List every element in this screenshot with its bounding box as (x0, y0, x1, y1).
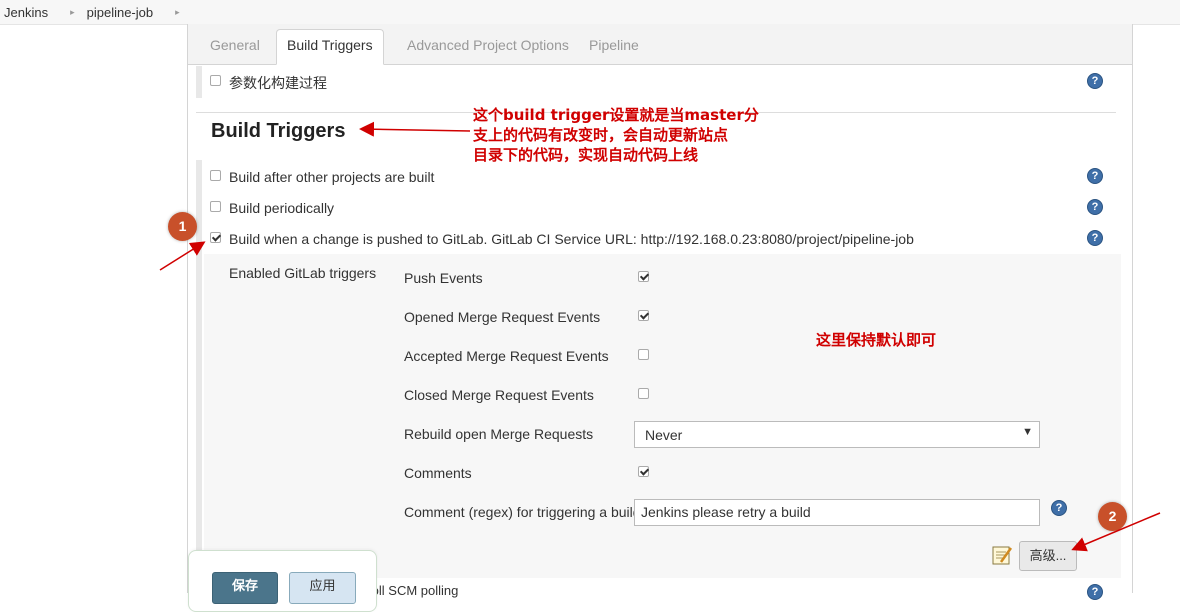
gitlab-push-checkbox[interactable] (210, 232, 221, 243)
closed-mr-checkbox[interactable] (638, 388, 649, 399)
section-title: Build Triggers (211, 120, 346, 142)
push-events-checkbox[interactable] (638, 271, 649, 282)
caret-down-icon: ▼ (1022, 426, 1033, 438)
chevron-right-icon: ▸ (70, 6, 75, 17)
annotation-badge-2: 2 (1098, 502, 1127, 531)
breadcrumb: Jenkins ▸ pipeline-job ▸ (0, 0, 1180, 25)
tab-build-triggers[interactable]: Build Triggers (276, 29, 384, 65)
help-icon[interactable]: ? (1087, 168, 1103, 184)
opened-mr-checkbox[interactable] (638, 310, 649, 321)
help-icon[interactable]: ? (1087, 73, 1103, 89)
closed-mr-label: Closed Merge Request Events (404, 387, 594, 403)
gitlab-push-label: Build when a change is pushed to GitLab.… (229, 231, 914, 247)
enabled-gitlab-triggers-label: Enabled GitLab triggers (229, 265, 377, 281)
help-icon[interactable]: ? (1051, 500, 1067, 516)
build-after-checkbox[interactable] (210, 170, 221, 181)
section-indent-bar (196, 160, 202, 580)
chevron-right-icon: ▸ (175, 6, 180, 17)
save-button[interactable]: 保存 (212, 572, 278, 604)
tab-pipeline[interactable]: Pipeline (589, 30, 639, 64)
annotation-line: 目录下的代码，实现自动代码上线 (473, 146, 699, 164)
tab-general[interactable]: General (210, 30, 260, 64)
poll-scm-label: Poll SCM polling (363, 583, 459, 598)
help-icon[interactable]: ? (1087, 584, 1103, 600)
build-periodically-label: Build periodically (229, 200, 335, 216)
advanced-button[interactable]: 高级... (1019, 541, 1077, 571)
annotation-mid-note: 这里保持默认即可 (816, 331, 937, 349)
help-icon[interactable]: ? (1087, 230, 1103, 246)
tab-advanced-project-options[interactable]: Advanced Project Options (407, 30, 569, 64)
param-build-label: 参数化构建过程 (229, 75, 327, 91)
breadcrumb-pipeline-job[interactable]: pipeline-job (87, 5, 154, 20)
annotation-badge-1: 1 (168, 212, 197, 241)
build-after-label: Build after other projects are built (229, 169, 435, 185)
rebuild-mr-label: Rebuild open Merge Requests (404, 426, 594, 442)
annotation-line: 这个build trigger设置就是当master分 (473, 106, 759, 124)
apply-button[interactable]: 应用 (289, 572, 356, 604)
param-build-checkbox[interactable] (210, 75, 221, 86)
comment-regex-label: Comment (regex) for triggering a build (404, 504, 641, 520)
opened-mr-label: Opened Merge Request Events (404, 309, 601, 325)
breadcrumb-jenkins[interactable]: Jenkins (4, 5, 48, 20)
tab-bar: General Build Triggers Advanced Project … (188, 24, 1132, 65)
accepted-mr-checkbox[interactable] (638, 349, 649, 360)
section-indent-bar (196, 66, 202, 98)
accepted-mr-label: Accepted Merge Request Events (404, 348, 609, 364)
push-events-label: Push Events (404, 270, 483, 286)
comment-regex-input[interactable]: Jenkins please retry a build (634, 499, 1040, 526)
rebuild-mr-select[interactable]: Never ▼ (634, 421, 1040, 448)
comments-checkbox[interactable] (638, 466, 649, 477)
annotation-top-note: 这个build trigger设置就是当master分 支上的代码有改变时，会自… (473, 105, 759, 165)
comments-label: Comments (404, 465, 472, 481)
build-periodically-checkbox[interactable] (210, 201, 221, 212)
help-icon[interactable]: ? (1087, 199, 1103, 215)
annotation-line: 支上的代码有改变时，会自动更新站点 (473, 126, 729, 144)
notepad-icon[interactable] (991, 544, 1013, 566)
rebuild-mr-value: Never (645, 427, 683, 443)
gitlab-trigger-settings (204, 254, 1121, 578)
